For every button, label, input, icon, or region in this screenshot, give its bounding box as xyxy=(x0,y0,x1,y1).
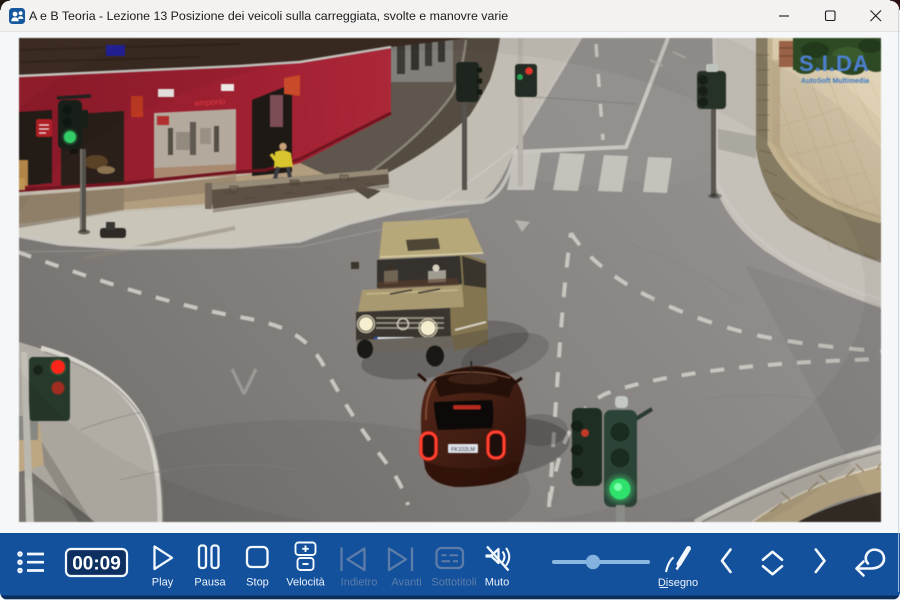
svg-text:Sottotitoli: Sottotitoli xyxy=(431,577,476,589)
svg-text:00:09: 00:09 xyxy=(72,554,121,575)
svg-text:Avanti: Avanti xyxy=(391,577,421,589)
svg-text:S.I.DA: S.I.DA xyxy=(799,51,870,76)
svg-text:AutoSoft Multimedia: AutoSoft Multimedia xyxy=(801,78,869,85)
svg-text:Indietro: Indietro xyxy=(341,577,378,589)
svg-text:FK102LM: FK102LM xyxy=(451,447,475,453)
svg-text:Velocità: Velocità xyxy=(286,577,325,589)
svg-text:Pausa: Pausa xyxy=(194,577,226,589)
svg-text:Muto: Muto xyxy=(485,577,509,589)
svg-text:Stop: Stop xyxy=(246,577,269,589)
svg-text:Play: Play xyxy=(152,577,174,589)
